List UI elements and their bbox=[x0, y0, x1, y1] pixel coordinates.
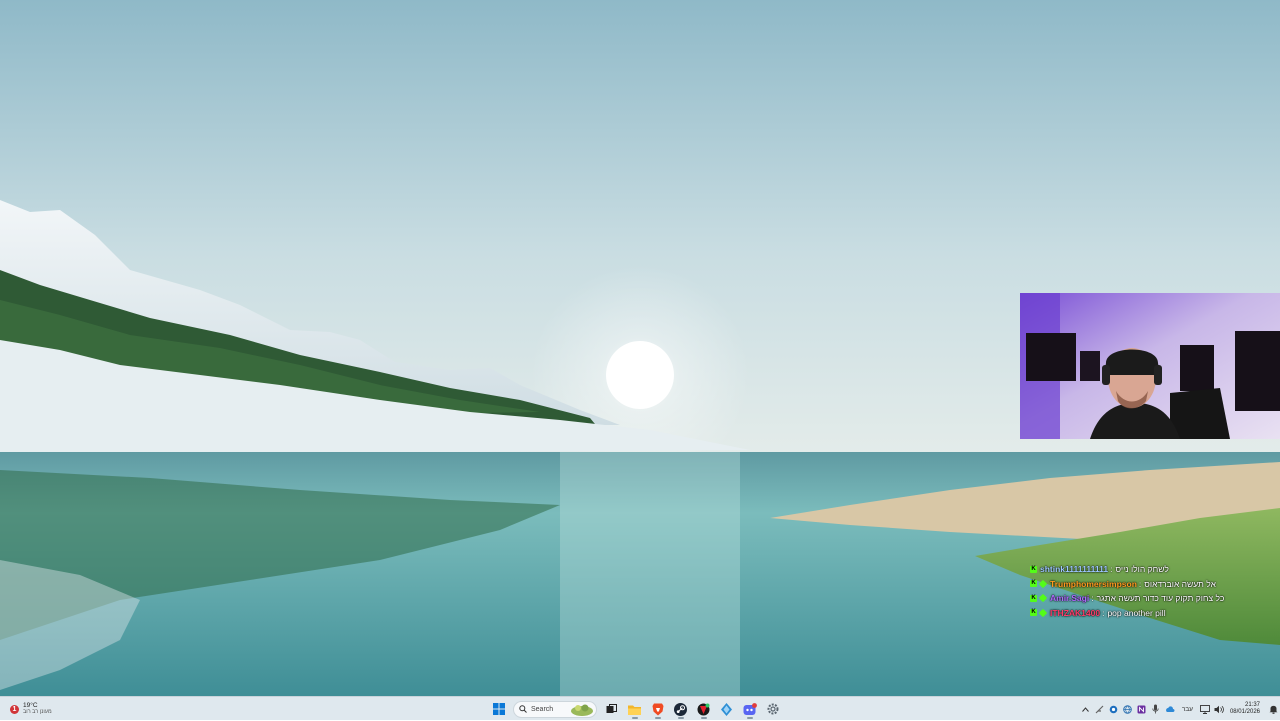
chat-message: K Amir.Sagi: כל צחוק תקוק עוד כדור תעשה את… bbox=[1030, 591, 1275, 606]
weather-alert-icon: 1 bbox=[10, 704, 19, 714]
discord-icon bbox=[743, 702, 757, 715]
system-tray: עבר 21:37 08/01/2026 bbox=[1079, 697, 1280, 721]
tray-app-1[interactable] bbox=[1093, 699, 1107, 719]
chat-username: Trumphomersimpson bbox=[1050, 578, 1137, 589]
chat-text: אל תעשה אוברדאוס bbox=[1144, 578, 1216, 589]
chat-username: ITHZAK1400 bbox=[1050, 607, 1101, 618]
desktop: Kshtink1111111111: לשחק הולו נייס K Trumpho… bbox=[0, 0, 1280, 696]
kick-badge-icon: K bbox=[1030, 609, 1037, 617]
chat-username: Amir.Sagi bbox=[1050, 593, 1090, 603]
clock-date: 08/01/2026 bbox=[1229, 709, 1260, 715]
tray-app-2[interactable] bbox=[1107, 699, 1121, 719]
taskbar-center: Search bbox=[487, 698, 784, 720]
file-explorer-button[interactable] bbox=[625, 699, 645, 719]
tray-app-4[interactable] bbox=[1135, 699, 1149, 719]
search-placeholder: Search bbox=[531, 705, 554, 713]
chat-message: K ITHZAK1400: pop another pill bbox=[1030, 606, 1275, 621]
settings-button[interactable] bbox=[763, 699, 783, 719]
network-button[interactable] bbox=[1198, 699, 1212, 719]
clock[interactable]: 21:37 08/01/2026 bbox=[1230, 702, 1260, 717]
weather-widget[interactable]: 1 19°C מעונן רב רוב bbox=[10, 699, 52, 719]
speaker-icon bbox=[1214, 705, 1224, 713]
weather-desc: מעונן רב רוב bbox=[23, 709, 52, 715]
webcam-overlay bbox=[1020, 293, 1280, 439]
weather-temp: 19°C bbox=[23, 701, 38, 709]
tray-app-5[interactable] bbox=[1163, 699, 1177, 719]
chevron-up-icon bbox=[1082, 706, 1090, 712]
volume-button[interactable] bbox=[1212, 699, 1226, 719]
subscriber-badge-icon bbox=[1038, 579, 1048, 588]
stream-chat: Kshtink1111111111: לשחק הולו נייס K Trumpho… bbox=[1030, 562, 1275, 620]
chat-text: לשחק הולו נייס bbox=[1115, 564, 1169, 574]
diamond-icon bbox=[721, 702, 732, 716]
feather-icon bbox=[1095, 705, 1104, 713]
language-indicator[interactable]: עבר bbox=[1182, 706, 1193, 713]
search-highlight-icon bbox=[571, 704, 593, 716]
chat-message: K Trumphomersimpson: אל תעשה אוברדאוס bbox=[1030, 577, 1275, 592]
red-app-icon bbox=[697, 703, 710, 715]
brave-button[interactable] bbox=[648, 699, 668, 719]
folder-icon bbox=[628, 705, 641, 715]
notifications-button[interactable] bbox=[1266, 699, 1280, 719]
purple-app-icon bbox=[1137, 705, 1146, 713]
show-hidden-icons-button[interactable] bbox=[1079, 699, 1093, 719]
microphone-icon bbox=[1152, 704, 1159, 714]
discord-button[interactable] bbox=[740, 699, 760, 719]
taskbar: 1 19°C מעונן רב רוב Search עבר 21:37 08/… bbox=[0, 696, 1280, 720]
gear-icon bbox=[767, 703, 778, 715]
chat-separator: : bbox=[1102, 607, 1105, 618]
clock-time: 21:37 bbox=[1244, 701, 1260, 708]
chat-message: Kshtink1111111111: לשחק הולו נייס bbox=[1030, 562, 1275, 577]
chat-text: pop another pill bbox=[1107, 607, 1166, 618]
chat-separator: : bbox=[1138, 578, 1142, 589]
steam-icon bbox=[674, 702, 687, 716]
subscriber-badge-icon bbox=[1038, 594, 1048, 603]
start-button[interactable] bbox=[489, 699, 509, 719]
app-diamond-button[interactable] bbox=[717, 699, 737, 719]
task-view-button[interactable] bbox=[602, 699, 622, 719]
chat-separator: : bbox=[1091, 593, 1094, 603]
tray-mic[interactable] bbox=[1149, 699, 1163, 719]
tray-app-3[interactable] bbox=[1121, 699, 1135, 719]
kick-badge-icon: K bbox=[1030, 580, 1037, 588]
windows-logo-icon bbox=[492, 703, 505, 715]
cloud-icon bbox=[1165, 706, 1175, 712]
subscriber-badge-icon bbox=[1038, 608, 1048, 617]
kick-badge-icon: K bbox=[1030, 594, 1037, 602]
chat-username: shtink1111111111 bbox=[1040, 564, 1109, 574]
monitor-network-icon bbox=[1200, 704, 1210, 714]
brave-lion-icon bbox=[652, 703, 663, 715]
steam-button[interactable] bbox=[671, 699, 691, 719]
globe-icon bbox=[1123, 704, 1133, 714]
search-input[interactable]: Search bbox=[513, 700, 597, 718]
task-view-icon bbox=[606, 703, 617, 713]
chat-separator: : bbox=[1110, 564, 1113, 574]
chat-text: כל צחוק תקוק עוד כדור תעשה אתגר bbox=[1096, 593, 1225, 603]
bell-icon bbox=[1269, 705, 1277, 714]
search-icon bbox=[519, 705, 527, 713]
app-red-button[interactable] bbox=[694, 699, 714, 719]
shield-icon bbox=[1110, 705, 1118, 713]
kick-badge-icon: K bbox=[1030, 565, 1037, 573]
